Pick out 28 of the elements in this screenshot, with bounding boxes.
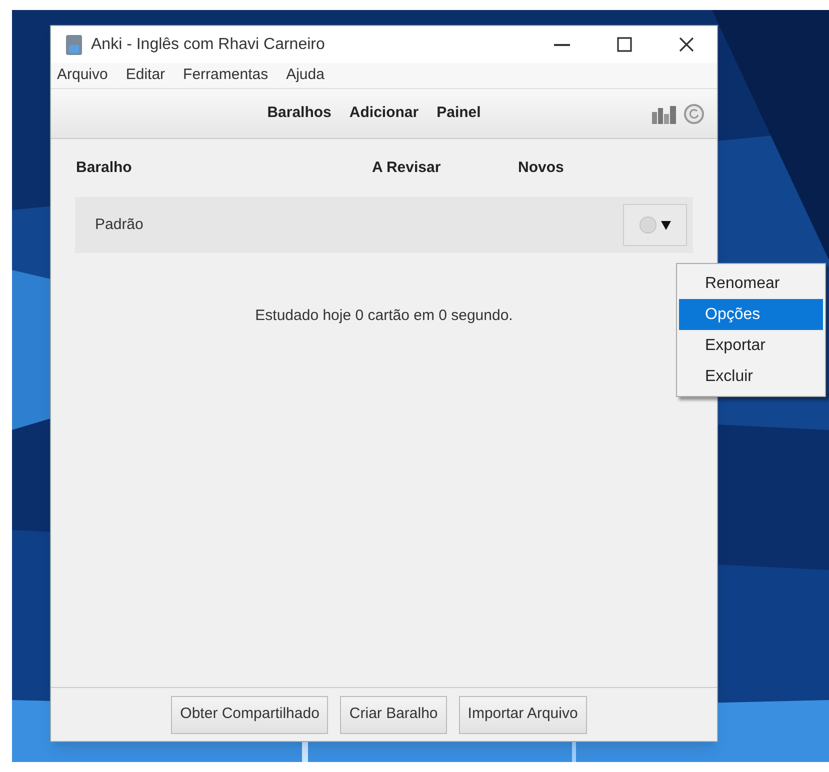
caret-icon [661,220,671,230]
menu-item[interactable]: Ajuda [280,64,330,87]
minimize-icon [554,44,570,46]
column-header: Baralho [76,158,133,178]
study-summary: Estudado hoje 0 cartão em 0 segundo. [255,306,513,326]
context-menu-item[interactable]: Exportar [679,330,823,361]
deck-name: Padrão [95,214,144,235]
bottom-button[interactable]: Criar Baralho [340,696,447,734]
bottom-button[interactable]: Importar Arquivo [458,696,587,734]
maximize-icon [616,37,632,52]
menu-item[interactable]: Ferramentas [177,64,274,87]
menu-item[interactable]: Editar [120,64,172,87]
bottom-button[interactable]: Obter Compartilhado [171,696,328,734]
column-header: Novos [518,158,564,178]
context-menu-item[interactable]: Excluir [679,361,823,392]
window-title: Anki - Inglês com Rhavi Carneiro [91,34,325,54]
deck-row[interactable]: Padrão [75,197,693,253]
toolbar-link[interactable]: Baralhos [267,102,332,125]
app-icon [65,34,83,56]
toolbar-link[interactable]: Painel [436,102,481,125]
column-header: A Revisar [372,158,442,178]
context-menu-item[interactable]: Renomear [679,268,823,299]
context-menu-item[interactable]: Opções [679,299,823,330]
menu-item[interactable]: Arquivo [51,64,114,87]
gear-icon [639,216,657,234]
close-icon [678,37,694,52]
toolbar-link[interactable]: Adicionar [349,102,419,125]
bar-chart-icon[interactable] [651,104,677,124]
